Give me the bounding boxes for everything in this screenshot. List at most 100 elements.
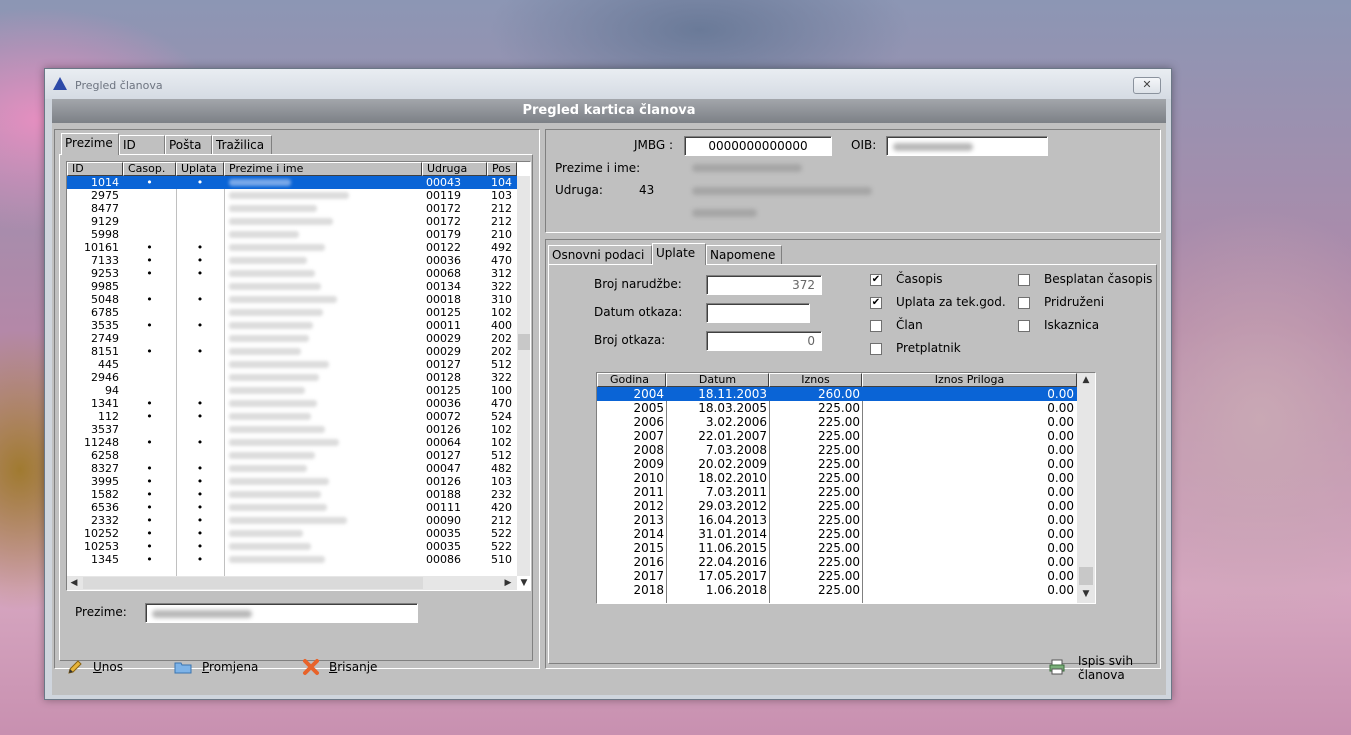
table-row[interactable]: 8477 00172 212 bbox=[67, 202, 517, 215]
scroll-thumb[interactable] bbox=[518, 334, 530, 350]
members-vscroll[interactable] bbox=[517, 176, 530, 576]
cell-id: 10253 bbox=[84, 540, 119, 553]
table-row[interactable]: 1341 • • 00036 470 bbox=[67, 397, 517, 410]
payments-scroll-up[interactable]: ▲ bbox=[1079, 373, 1093, 387]
tab-prezime[interactable]: Prezime bbox=[61, 133, 119, 155]
scroll-left-button[interactable]: ◀ bbox=[67, 576, 81, 590]
table-row[interactable]: 10253 • • 00035 522 bbox=[67, 540, 517, 553]
hscroll-thumb[interactable] bbox=[83, 577, 423, 589]
table-row[interactable]: 445 00127 512 bbox=[67, 358, 517, 371]
payment-row[interactable]: 2011 7.03.2011 225.00 0.00 bbox=[597, 485, 1077, 499]
scroll-right-button[interactable]: ▶ bbox=[501, 576, 515, 590]
broj-narudzbe-field[interactable]: 372 bbox=[706, 275, 822, 295]
tab-posta[interactable]: Pošta bbox=[165, 135, 212, 155]
cell-godina: 2013 bbox=[633, 513, 664, 527]
casopis-checkbox[interactable]: ✔ bbox=[870, 274, 882, 286]
table-row[interactable]: 2749 00029 202 bbox=[67, 332, 517, 345]
table-row[interactable]: 6536 • • 00111 420 bbox=[67, 501, 517, 514]
scroll-down-button[interactable]: ▼ bbox=[517, 576, 530, 590]
search-input[interactable] bbox=[145, 603, 418, 623]
payment-row[interactable]: 2005 18.03.2005 225.00 0.00 bbox=[597, 401, 1077, 415]
table-row[interactable]: 3535 • • 00011 400 bbox=[67, 319, 517, 332]
payment-row[interactable]: 2015 11.06.2015 225.00 0.00 bbox=[597, 541, 1077, 555]
name-redacted bbox=[229, 413, 311, 420]
brisanje-button[interactable]: Brisanje bbox=[329, 660, 377, 674]
table-row[interactable]: 1014 • • 00043 104 bbox=[67, 176, 517, 189]
payment-row[interactable]: 2017 17.05.2017 225.00 0.00 bbox=[597, 569, 1077, 583]
table-row[interactable]: 6785 00125 102 bbox=[67, 306, 517, 319]
pridruzeni-checkbox[interactable] bbox=[1018, 297, 1030, 309]
oib-field[interactable] bbox=[886, 136, 1048, 156]
payment-row[interactable]: 2010 18.02.2010 225.00 0.00 bbox=[597, 471, 1077, 485]
members-hscroll[interactable]: ◀ ▶ bbox=[67, 576, 517, 590]
close-button[interactable]: ✕ bbox=[1133, 77, 1161, 94]
payment-row[interactable]: 2016 22.04.2016 225.00 0.00 bbox=[597, 555, 1077, 569]
table-row[interactable]: 112 • • 00072 524 bbox=[67, 410, 517, 423]
cell-id: 6258 bbox=[91, 449, 119, 462]
payment-row[interactable]: 2008 7.03.2008 225.00 0.00 bbox=[597, 443, 1077, 457]
table-row[interactable]: 2332 • • 00090 212 bbox=[67, 514, 517, 527]
table-row[interactable]: 2975 00119 103 bbox=[67, 189, 517, 202]
table-row[interactable]: 6258 00127 512 bbox=[67, 449, 517, 462]
tab-uplate[interactable]: Uplate bbox=[652, 243, 706, 265]
jmbg-field[interactable]: 0000000000000 bbox=[684, 136, 832, 156]
col-iznos[interactable]: Iznos bbox=[769, 373, 862, 387]
uplata-tek-god-checkbox[interactable]: ✔ bbox=[870, 297, 882, 309]
payments-scroll-down[interactable]: ▼ bbox=[1079, 587, 1093, 601]
payment-row[interactable]: 2014 31.01.2014 225.00 0.00 bbox=[597, 527, 1077, 541]
table-row[interactable]: 11248 • • 00064 102 bbox=[67, 436, 517, 449]
payment-row[interactable]: 2018 1.06.2018 225.00 0.00 bbox=[597, 583, 1077, 597]
col-udruga[interactable]: Udruga bbox=[422, 162, 487, 176]
payment-row[interactable]: 2004 18.11.2003 260.00 0.00 bbox=[597, 387, 1077, 401]
col-iznos-priloga[interactable]: Iznos Priloga bbox=[862, 373, 1077, 387]
cell-c bbox=[123, 371, 176, 384]
iskaznica-checkbox[interactable] bbox=[1018, 320, 1030, 332]
tab-trazilica[interactable]: Tražilica bbox=[212, 135, 272, 155]
col-casopis[interactable]: Casop. bbox=[123, 162, 176, 176]
table-row[interactable]: 10161 • • 00122 492 bbox=[67, 241, 517, 254]
col-posta[interactable]: Pos bbox=[487, 162, 517, 176]
table-row[interactable]: 9129 00172 212 bbox=[67, 215, 517, 228]
table-row[interactable]: 9985 00134 322 bbox=[67, 280, 517, 293]
table-row[interactable]: 3995 • • 00126 103 bbox=[67, 475, 517, 488]
table-row[interactable]: 8151 • • 00029 202 bbox=[67, 345, 517, 358]
besplatan-casopis-checkbox[interactable] bbox=[1018, 274, 1030, 286]
payment-row[interactable]: 2006 3.02.2006 225.00 0.00 bbox=[597, 415, 1077, 429]
tab-id[interactable]: ID bbox=[119, 135, 165, 155]
col-godina[interactable]: Godina bbox=[597, 373, 666, 387]
table-row[interactable]: 1582 • • 00188 232 bbox=[67, 488, 517, 501]
payments-table[interactable]: Godina Datum Iznos Iznos Priloga 2004 18.… bbox=[596, 372, 1096, 604]
name-redacted bbox=[229, 426, 325, 433]
table-row[interactable]: 9253 • • 00068 312 bbox=[67, 267, 517, 280]
ispis-svih-clanova-button[interactable]: Ispis svih članova bbox=[1078, 654, 1133, 682]
promjena-button[interactable]: Promjena bbox=[202, 660, 258, 674]
payment-row[interactable]: 2009 20.02.2009 225.00 0.00 bbox=[597, 457, 1077, 471]
payment-row[interactable]: 2007 22.01.2007 225.00 0.00 bbox=[597, 429, 1077, 443]
tab-napomene[interactable]: Napomene bbox=[706, 245, 782, 265]
payment-row[interactable]: 2012 29.03.2012 225.00 0.00 bbox=[597, 499, 1077, 513]
table-row[interactable]: 10252 • • 00035 522 bbox=[67, 527, 517, 540]
members-list[interactable]: ID Casop. Uplata Prezime i ime Udruga Po… bbox=[66, 161, 531, 591]
datum-otkaza-field[interactable] bbox=[706, 303, 810, 323]
table-row[interactable]: 7133 • • 00036 470 bbox=[67, 254, 517, 267]
unos-button[interactable]: Unos bbox=[93, 660, 123, 674]
col-id[interactable]: ID bbox=[67, 162, 123, 176]
table-row[interactable]: 94 00125 100 bbox=[67, 384, 517, 397]
payments-scroll-thumb[interactable] bbox=[1079, 567, 1093, 585]
col-uplata[interactable]: Uplata bbox=[176, 162, 224, 176]
broj-otkaza-field[interactable]: 0 bbox=[706, 331, 822, 351]
cell-id: 2946 bbox=[91, 371, 119, 384]
table-row[interactable]: 5998 00179 210 bbox=[67, 228, 517, 241]
table-row[interactable]: 1345 • • 00086 510 bbox=[67, 553, 517, 566]
table-row[interactable]: 2946 00128 322 bbox=[67, 371, 517, 384]
payment-row[interactable]: 2013 16.04.2013 225.00 0.00 bbox=[597, 513, 1077, 527]
table-row[interactable]: 3537 00126 102 bbox=[67, 423, 517, 436]
col-datum[interactable]: Datum bbox=[666, 373, 769, 387]
table-row[interactable]: 5048 • • 00018 310 bbox=[67, 293, 517, 306]
clan-checkbox[interactable] bbox=[870, 320, 882, 332]
payments-vscroll[interactable]: ▲ ▼ bbox=[1077, 373, 1095, 603]
col-prezime-ime[interactable]: Prezime i ime bbox=[224, 162, 422, 176]
tab-osnovni-podaci[interactable]: Osnovni podaci bbox=[548, 245, 652, 265]
pretplatnik-checkbox[interactable] bbox=[870, 343, 882, 355]
table-row[interactable]: 8327 • • 00047 482 bbox=[67, 462, 517, 475]
